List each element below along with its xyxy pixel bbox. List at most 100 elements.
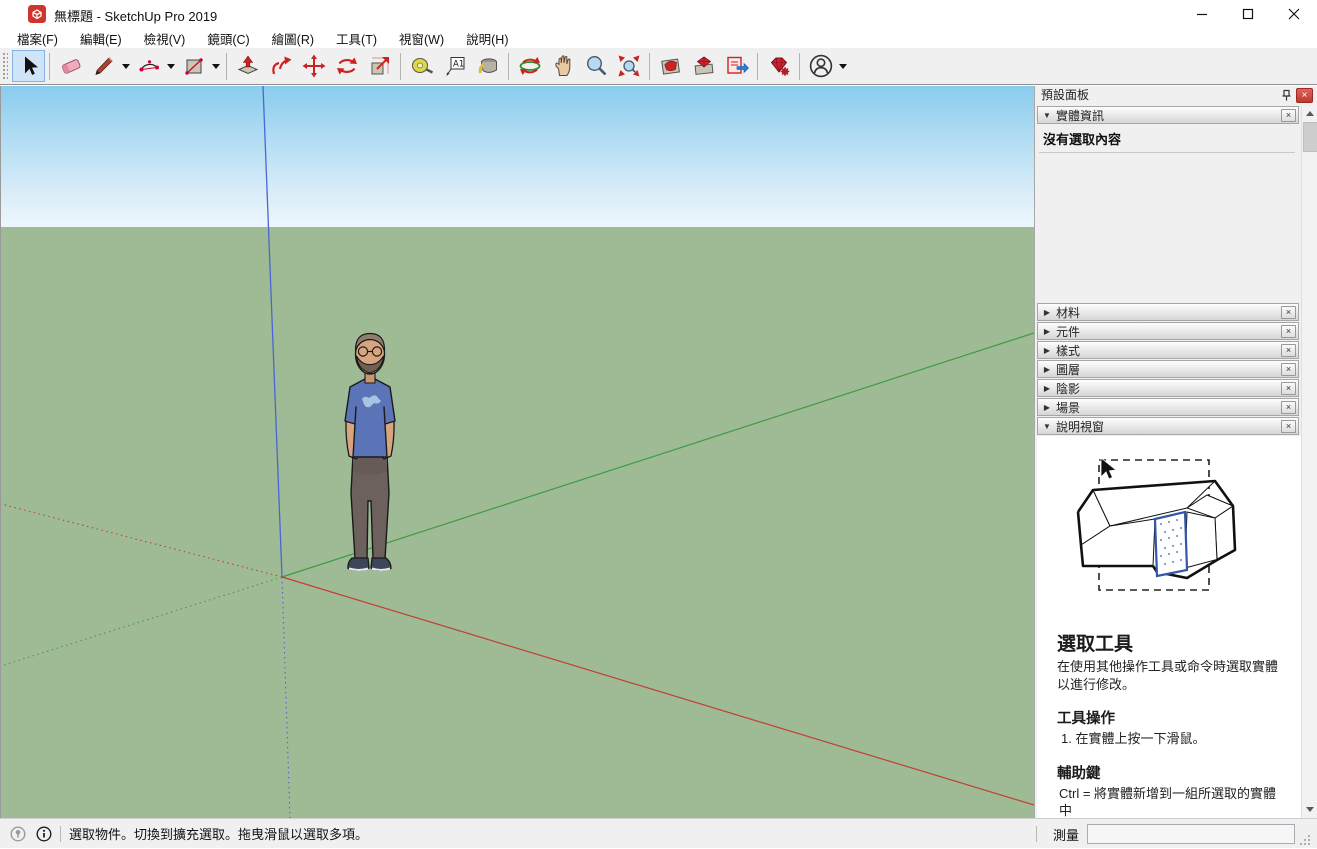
section-close-button[interactable]: × [1281,401,1296,414]
arc-tool-dropdown[interactable] [165,50,177,82]
instructor-keys-heading: 輔助鍵 [1057,762,1289,783]
menu-draw[interactable]: 繪圖(R) [261,27,325,50]
orbit-tool-button[interactable] [513,50,546,82]
credits-info-icon[interactable] [36,826,52,842]
selected-face [1155,512,1187,576]
text-tool-button[interactable]: A1 [438,50,471,82]
geolocation-icon[interactable] [10,826,26,842]
3d-warehouse-button[interactable] [654,50,687,82]
toolbar-drag-handle[interactable] [2,52,8,80]
window-title: 無標題 - SketchUp Pro 2019 [54,6,217,25]
pin-icon[interactable] [1280,89,1293,102]
section-label: 陰影 [1056,380,1281,397]
scroll-up-arrow[interactable] [1302,105,1317,121]
section-entity-info[interactable]: ▼ 實體資訊 × [1037,106,1299,124]
scale-tool-button[interactable] [363,50,396,82]
menu-tools[interactable]: 工具(T) [325,27,388,50]
instructor-ops-heading: 工具操作 [1057,707,1289,728]
section-components[interactable]: ▶ 元件 × [1037,322,1299,340]
section-label: 實體資訊 [1056,107,1281,124]
section-instructor[interactable]: ▼ 說明視窗 × [1037,417,1299,435]
instructor-key-line: Ctrl = 將實體新增到一組所選取的實體中 [1059,785,1289,818]
line-tool-dropdown[interactable] [120,50,132,82]
toolbar-separator [400,53,401,80]
section-shadows[interactable]: ▶ 陰影 × [1037,379,1299,397]
title-bar: 無標題 - SketchUp Pro 2019 [0,0,1317,28]
section-label: 材料 [1056,304,1281,321]
scale-icon [368,54,392,78]
cursor-arrow-icon [1101,458,1116,479]
status-bar: 選取物件。切換到擴充選取。拖曳滑鼠以選取多項。 測量 [0,818,1317,848]
zoom-extents-icon [617,54,641,78]
chevron-right-icon: ▶ [1038,403,1056,412]
section-close-button[interactable]: × [1281,325,1296,338]
toolbar-separator [226,53,227,80]
tape-measure-tool-button[interactable] [405,50,438,82]
maximize-button[interactable] [1225,0,1271,28]
tray-close-button[interactable]: × [1296,88,1313,103]
toolbar-separator [649,53,650,80]
measurements-input[interactable] [1087,824,1295,844]
status-separator [60,826,61,842]
section-close-button[interactable]: × [1281,363,1296,376]
menu-file[interactable]: 檔案(F) [6,27,69,50]
arc-tool-button[interactable] [132,50,165,82]
menu-window[interactable]: 視窗(W) [388,27,455,50]
pan-tool-button[interactable] [546,50,579,82]
model-viewport[interactable] [0,86,1034,818]
menu-edit[interactable]: 編輯(E) [69,27,133,50]
scroll-thumb[interactable] [1303,122,1317,152]
section-label: 場景 [1056,399,1281,416]
eraser-tool-button[interactable] [54,50,87,82]
chevron-right-icon: ▶ [1038,384,1056,393]
menu-help[interactable]: 說明(H) [455,27,519,50]
chevron-right-icon: ▶ [1038,308,1056,317]
section-materials[interactable]: ▶ 材料 × [1037,303,1299,321]
paint-bucket-tool-button[interactable] [471,50,504,82]
section-styles[interactable]: ▶ 樣式 × [1037,341,1299,359]
panel-scrollbar[interactable] [1301,105,1317,818]
toolbar-separator [49,53,50,80]
section-label: 樣式 [1056,342,1281,359]
rotate-tool-button[interactable] [330,50,363,82]
section-close-button[interactable]: × [1281,344,1296,357]
share-model-button[interactable] [687,50,720,82]
extension-manager-button[interactable] [762,50,795,82]
section-layers[interactable]: ▶ 圖層 × [1037,360,1299,378]
menu-camera[interactable]: 鏡頭(C) [196,27,260,50]
follow-me-icon [269,54,293,78]
close-button[interactable] [1271,0,1317,28]
minimize-button[interactable] [1179,0,1225,28]
line-tool-button[interactable] [87,50,120,82]
scroll-down-arrow[interactable] [1302,802,1317,818]
section-close-button[interactable]: × [1281,382,1296,395]
rectangle-tool-button[interactable] [177,50,210,82]
pan-hand-icon [551,54,575,78]
select-tool-button[interactable] [12,50,45,82]
section-label: 說明視窗 [1056,418,1281,435]
tray-title: 預設面板 [1035,86,1317,105]
zoom-extents-tool-button[interactable] [612,50,645,82]
follow-me-tool-button[interactable] [264,50,297,82]
section-close-button[interactable]: × [1281,420,1296,433]
zoom-tool-button[interactable] [579,50,612,82]
resize-grip[interactable] [1299,834,1311,846]
section-scenes[interactable]: ▶ 場景 × [1037,398,1299,416]
account-dropdown[interactable] [837,50,849,82]
measurements-label: 測量 [1053,825,1079,844]
push-pull-tool-button[interactable] [231,50,264,82]
orbit-icon [518,54,542,78]
chevron-right-icon: ▶ [1038,346,1056,355]
svg-text:A1: A1 [453,60,464,70]
send-to-layout-button[interactable] [720,50,753,82]
zoom-icon [584,54,608,78]
chevron-right-icon: ▶ [1038,327,1056,336]
account-button[interactable] [804,50,837,82]
move-tool-button[interactable] [297,50,330,82]
section-close-button[interactable]: × [1281,306,1296,319]
push-pull-icon [236,54,260,78]
minimize-icon [1196,8,1208,20]
menu-view[interactable]: 檢視(V) [133,27,197,50]
rectangle-tool-dropdown[interactable] [210,50,222,82]
section-close-button[interactable]: × [1281,109,1296,122]
